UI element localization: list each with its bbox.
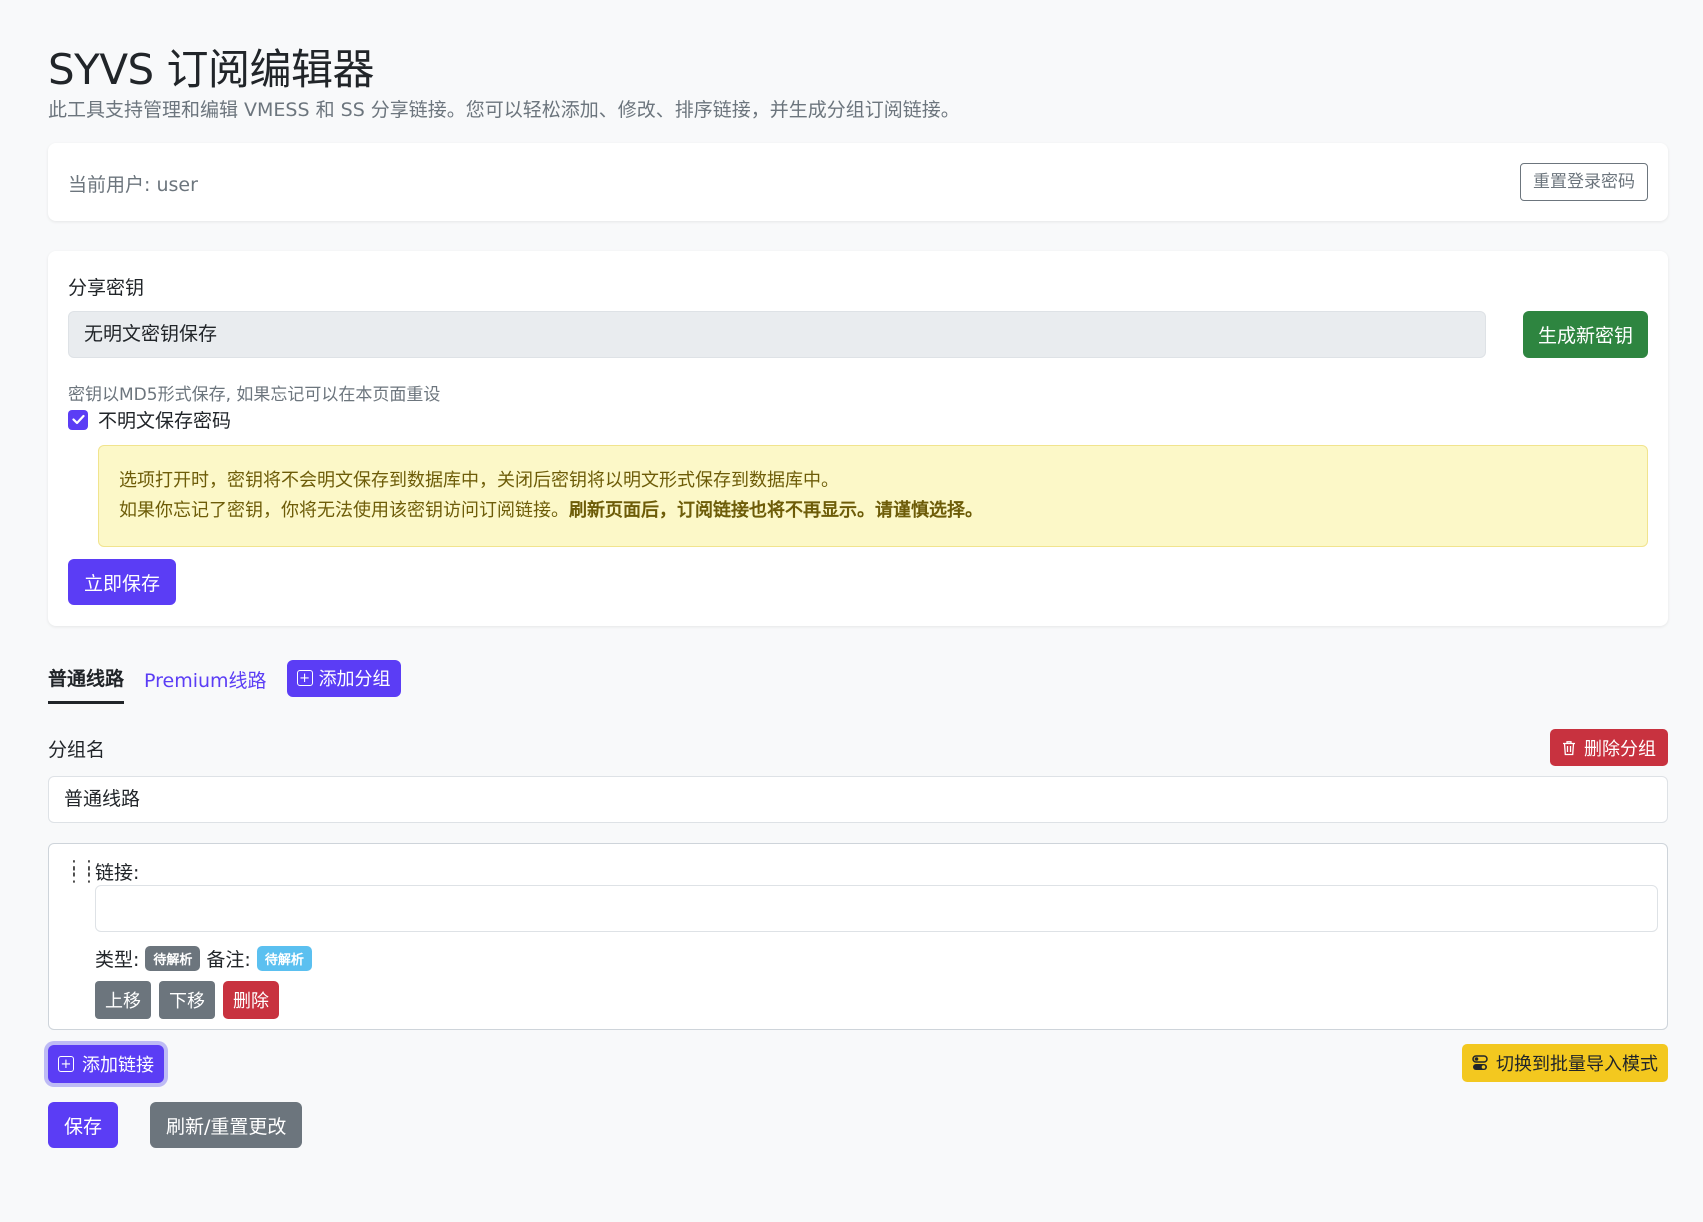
- link-actions: 上移 下移 删除: [95, 981, 279, 1019]
- no-plaintext-checkbox-label: 不明文保存密码: [98, 410, 232, 432]
- share-key-label: 分享密钥: [68, 277, 145, 299]
- add-group-label: 添加分组: [318, 669, 391, 690]
- link-meta: 类型: 待解析 备注: 待解析: [95, 945, 318, 972]
- share-key-card: 分享密钥 无明文密钥保存 生成新密钥 密钥以MD5形式保存, 如果忘记可以在本页…: [48, 251, 1668, 626]
- generate-key-button[interactable]: 生成新密钥: [1522, 311, 1648, 358]
- link-label: 链接:: [95, 862, 140, 884]
- link-input[interactable]: [95, 885, 1658, 932]
- no-plaintext-checkbox-row[interactable]: 不明文保存密码: [68, 406, 231, 433]
- plus-square-icon: +: [296, 670, 313, 686]
- move-up-button[interactable]: 上移: [95, 981, 151, 1019]
- warning-alert: 选项打开时，密钥将不会明文保存到数据库中，关闭后密钥将以明文形式保存到数据库中。…: [98, 445, 1648, 547]
- alert-line-2-bold: 刷新页面后，订阅链接也将不再显示。请谨慎选择。: [569, 500, 983, 521]
- alert-line-1: 选项打开时，密钥将不会明文保存到数据库中，关闭后密钥将以明文形式保存到数据库中。: [119, 470, 839, 491]
- page-title: SYVS 订阅编辑器: [48, 45, 375, 94]
- link-item-card: ⋮⋮ ⋮⋮ 链接: 类型: 待解析 备注: 待解析 上移 下移 删除: [48, 843, 1668, 1030]
- alert-line-2: 如果你忘记了密钥，你将无法使用该密钥访问订阅链接。刷新页面后，订阅链接也将不再显…: [119, 496, 1627, 526]
- note-badge: 待解析: [256, 946, 312, 971]
- user-card: 当前用户: user 重置登录密码: [48, 143, 1668, 221]
- current-user-label: 当前用户: user: [68, 174, 198, 196]
- save-button[interactable]: 保存: [48, 1102, 119, 1148]
- batch-import-label: 切换到批量导入模式: [1496, 1054, 1658, 1075]
- alert-line-2-text: 如果你忘记了密钥，你将无法使用该密钥访问订阅链接。: [119, 500, 569, 521]
- share-key-input[interactable]: 无明文密钥保存: [68, 311, 1486, 358]
- drag-handle-icon[interactable]: ⋮⋮ ⋮⋮: [65, 859, 98, 885]
- trash-icon: [1563, 740, 1575, 755]
- share-key-hint: 密钥以MD5形式保存, 如果忘记可以在本页面重设: [68, 385, 441, 405]
- group-name-label: 分组名: [48, 739, 106, 761]
- note-label: 备注:: [206, 949, 251, 971]
- move-down-button[interactable]: 下移: [159, 981, 215, 1019]
- group-name-input[interactable]: 普通线路: [48, 776, 1668, 823]
- save-now-button[interactable]: 立即保存: [68, 559, 177, 605]
- delete-group-label: 删除分组: [1584, 738, 1656, 760]
- no-plaintext-checkbox[interactable]: [68, 409, 88, 430]
- add-link-label: 添加链接: [82, 1055, 154, 1076]
- type-label: 类型:: [95, 949, 140, 971]
- tab-premium-route[interactable]: Premium线路: [144, 666, 267, 703]
- tab-normal-route[interactable]: 普通线路: [48, 664, 125, 704]
- page-subtitle: 此工具支持管理和编辑 VMESS 和 SS 分享链接。您可以轻松添加、修改、排序…: [48, 99, 960, 121]
- add-link-button[interactable]: + 添加链接: [48, 1045, 164, 1083]
- delete-link-button[interactable]: 删除: [223, 981, 279, 1019]
- add-group-button[interactable]: + 添加分组: [286, 659, 401, 697]
- toggle-icon: [1472, 1055, 1488, 1070]
- reset-password-button[interactable]: 重置登录密码: [1520, 163, 1648, 201]
- reset-changes-button[interactable]: 刷新/重置更改: [150, 1102, 303, 1148]
- batch-import-toggle-button[interactable]: 切换到批量导入模式: [1462, 1044, 1668, 1082]
- type-badge: 待解析: [145, 946, 201, 971]
- check-icon: [71, 414, 85, 425]
- delete-group-button[interactable]: 删除分组: [1550, 729, 1668, 766]
- plus-square-icon: +: [58, 1056, 74, 1072]
- group-tabs: 普通线路 Premium线路 + 添加分组: [48, 659, 401, 704]
